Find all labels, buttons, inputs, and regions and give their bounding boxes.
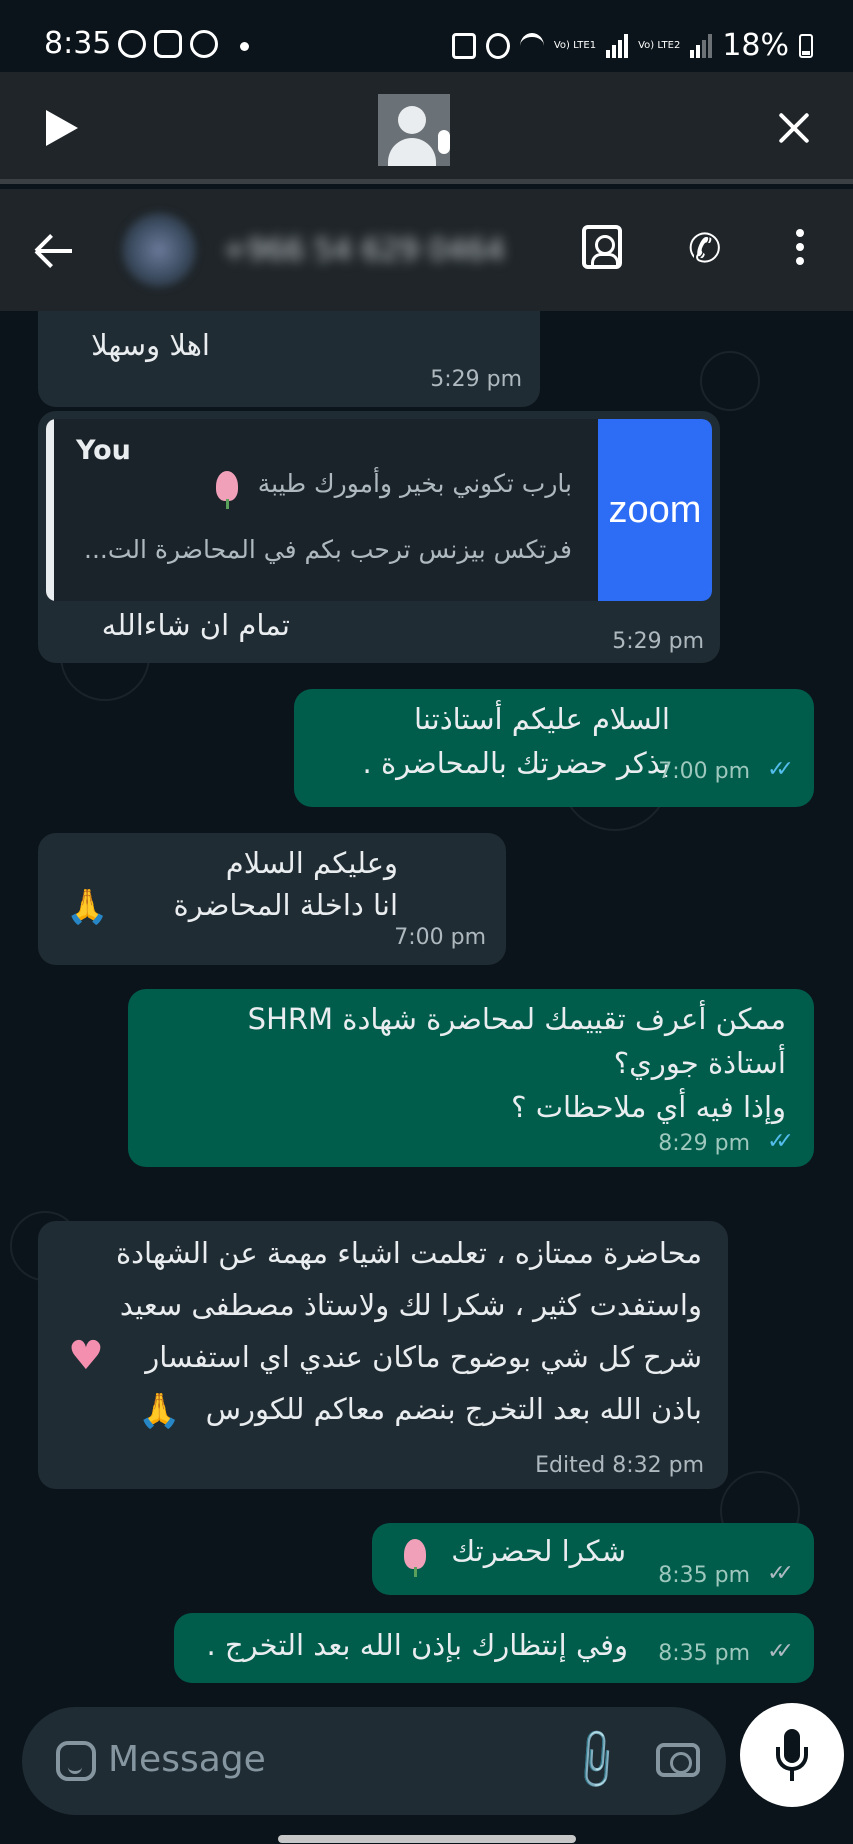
message-time: 8:35 pm bbox=[658, 1641, 750, 1666]
quoted-reply[interactable]: You بارب تكوني بخير وأمورك طيبة فرتكس بي… bbox=[46, 419, 712, 601]
sim2-label: Vo) LTE2 bbox=[638, 40, 681, 51]
message-line-2: انا داخلة المحاضرة bbox=[173, 888, 398, 922]
battery-icon bbox=[799, 33, 813, 58]
tulip-icon bbox=[404, 1539, 426, 1577]
reply-sender: You bbox=[76, 435, 131, 466]
reply-line-1: بارب تكوني بخير وأمورك طيبة bbox=[257, 469, 572, 498]
praying-hands-icon: 🙏 bbox=[66, 887, 109, 927]
reply-line-2: فرتكس بيزنس ترحب بكم في المحاضرة الت... bbox=[84, 535, 572, 564]
contact-name[interactable]: +966 54 629 0464 bbox=[222, 233, 505, 268]
attach-icon[interactable]: 📎 bbox=[560, 1724, 633, 1796]
message-time: 5:29 pm bbox=[430, 367, 522, 392]
message-input[interactable]: Message bbox=[108, 1739, 266, 1780]
message-composer: Message 📎 bbox=[0, 1701, 853, 1844]
signal-sim2-icon bbox=[690, 33, 713, 58]
instagram-icon bbox=[154, 30, 182, 58]
wifi-icon bbox=[519, 32, 544, 59]
more-options-icon[interactable] bbox=[796, 225, 806, 275]
message-line-2: بذكر حضرتك بالمحاضرة . bbox=[362, 746, 670, 780]
read-receipt-icon: ✓✓ bbox=[767, 1129, 794, 1154]
notification-dot-icon bbox=[240, 42, 249, 51]
delivered-receipt-icon: ✓✓ bbox=[767, 1639, 794, 1664]
home-indicator[interactable] bbox=[278, 1835, 576, 1843]
contact-avatar[interactable] bbox=[122, 213, 196, 287]
message-line-1: وعليكم السلام bbox=[225, 846, 398, 880]
message-text: تمام ان شاءالله bbox=[101, 608, 290, 642]
message-bubble-outgoing[interactable]: ممكن أعرف تقييمك لمحاضرة شهادة SHRM أستا… bbox=[128, 989, 814, 1167]
heart-icon: ♥ bbox=[68, 1333, 104, 1379]
message-line-2: أستاذة جوري؟ bbox=[613, 1046, 786, 1080]
delivered-receipt-icon: ✓✓ bbox=[767, 1561, 794, 1586]
message-bubble-incoming-reply[interactable]: You بارب تكوني بخير وأمورك طيبة فرتكس بي… bbox=[38, 411, 720, 663]
message-line-4: باذن الله بعد التخرج بنضم معاكم للكورس bbox=[205, 1392, 702, 1426]
status-indicators: Vo) LTE1 Vo) LTE2 18% bbox=[451, 28, 813, 63]
sim1-label: Vo) LTE1 bbox=[553, 40, 597, 51]
close-icon[interactable] bbox=[776, 110, 812, 146]
praying-hands-icon: 🙏 bbox=[138, 1391, 181, 1431]
status-bar: 8:35 Vo) LTE1 Vo) LTE2 18% bbox=[0, 0, 853, 72]
whatsapp-business-icon bbox=[118, 30, 146, 58]
message-bubble-incoming[interactable]: محاضرة ممتازه ، تعلمت اشياء مهمة عن الشه… bbox=[38, 1221, 728, 1489]
message-bubble-incoming[interactable]: اهلا وسهلا 5:29 pm bbox=[38, 311, 540, 407]
message-text: شكرا لحضرتك bbox=[451, 1534, 626, 1568]
message-text: وفي إنتظارك بإذن الله بعد التخرج . bbox=[206, 1628, 628, 1662]
battery-percentage: 18% bbox=[722, 28, 789, 63]
message-bubble-outgoing[interactable]: السلام عليكم أستاذتنا بذكر حضرتك بالمحاض… bbox=[294, 689, 814, 807]
whatsapp-icon bbox=[190, 30, 218, 58]
tulip-icon bbox=[216, 471, 238, 509]
message-bubble-outgoing[interactable]: وفي إنتظارك بإذن الله بعد التخرج . 8:35 … bbox=[174, 1613, 814, 1683]
alarm-icon bbox=[485, 32, 510, 59]
message-bubble-incoming[interactable]: وعليكم السلام انا داخلة المحاضرة 🙏 7:00 … bbox=[38, 833, 506, 965]
voice-message-bar bbox=[0, 72, 853, 184]
voice-avatar bbox=[378, 94, 450, 166]
message-time: 5:29 pm bbox=[612, 629, 704, 654]
mic-icon bbox=[438, 130, 450, 154]
message-time: Edited 8:32 pm bbox=[535, 1453, 704, 1478]
message-time: 8:29 pm bbox=[658, 1131, 750, 1156]
battery-saver-icon bbox=[451, 32, 476, 59]
message-time: 8:35 pm bbox=[658, 1563, 750, 1588]
play-icon[interactable] bbox=[46, 110, 78, 146]
message-bubble-outgoing[interactable]: شكرا لحضرتك 8:35 pm ✓✓ bbox=[372, 1523, 814, 1595]
chat-header: +966 54 629 0464 ✆ bbox=[0, 189, 853, 311]
back-arrow-icon[interactable] bbox=[34, 233, 74, 269]
message-line-1: ممكن أعرف تقييمك لمحاضرة شهادة SHRM bbox=[247, 1002, 786, 1036]
read-receipt-icon: ✓✓ bbox=[767, 757, 794, 782]
status-time: 8:35 bbox=[44, 26, 112, 61]
message-text: اهلا وسهلا bbox=[91, 328, 210, 362]
status-notification-icons bbox=[118, 30, 218, 58]
signal-sim1-icon bbox=[606, 33, 629, 58]
message-line-3: وإذا فيه أي ملاحظات ؟ bbox=[511, 1090, 786, 1124]
message-input-field[interactable]: Message 📎 bbox=[22, 1707, 726, 1815]
zoom-thumbnail[interactable]: zoom bbox=[598, 419, 712, 601]
message-line-1: محاضرة ممتازه ، تعلمت اشياء مهمة عن الشه… bbox=[115, 1236, 702, 1270]
message-line-2: واستفدت كثير ، شكرا لك ولاستاذ مصطفى سعي… bbox=[119, 1288, 702, 1322]
contact-card-icon[interactable] bbox=[582, 225, 622, 269]
sticker-icon[interactable] bbox=[56, 1741, 96, 1781]
message-time: 7:00 pm bbox=[658, 759, 750, 784]
voice-record-button[interactable] bbox=[740, 1703, 844, 1807]
message-line-1: السلام عليكم أستاذتنا bbox=[414, 702, 670, 736]
message-time: 7:00 pm bbox=[394, 925, 486, 950]
camera-icon[interactable] bbox=[656, 1743, 700, 1777]
add-call-icon[interactable]: ✆ bbox=[688, 225, 736, 275]
chat-area[interactable]: اهلا وسهلا 5:29 pm You بارب تكوني بخير و… bbox=[0, 311, 853, 1701]
message-line-3: شرح كل شي بوضوح ماكان عندي اي استفسار bbox=[145, 1340, 702, 1374]
